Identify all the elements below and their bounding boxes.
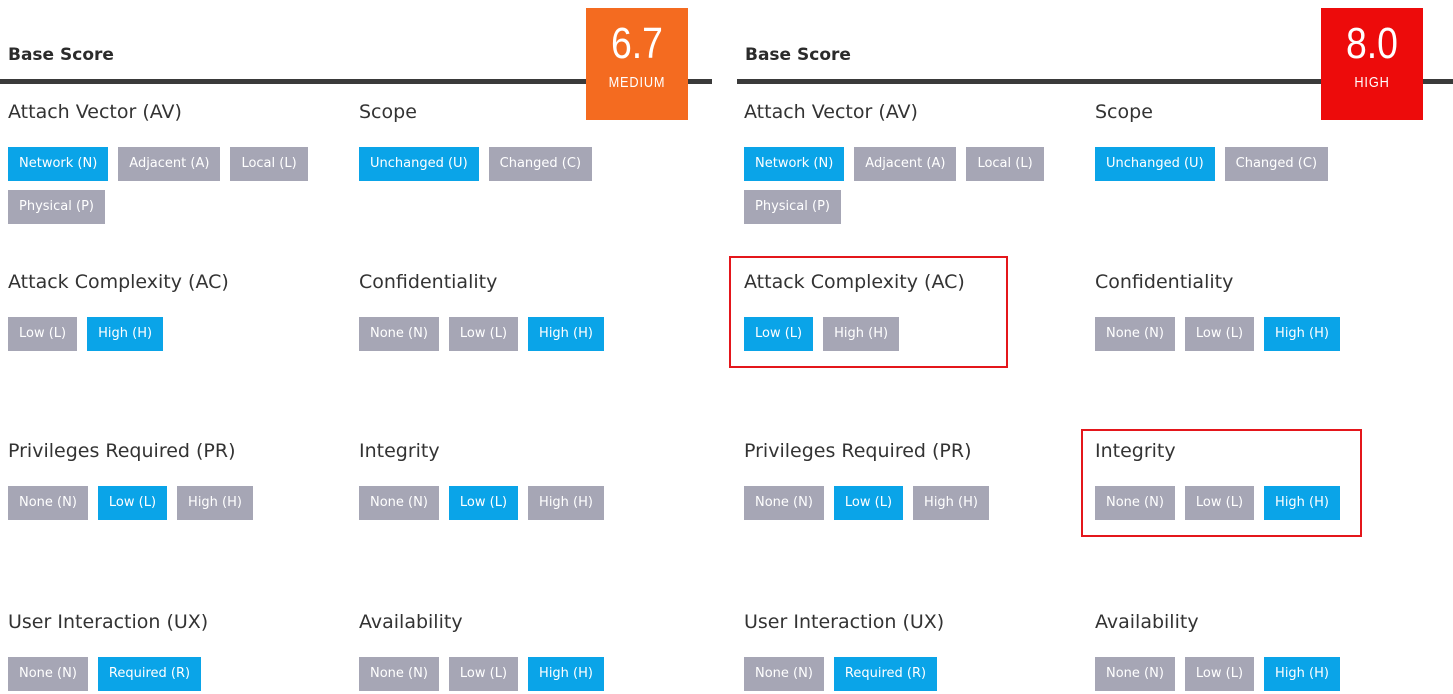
option-group: Network (N) Adjacent (A) Local (L) Physical… [8,147,338,224]
option-button[interactable]: Physical (P) [8,190,105,224]
option-button[interactable]: Required (R) [833,657,938,691]
metric-attack-complexity: Attack Complexity (AC) Low (L) High (H) [8,270,229,351]
option-button[interactable]: Network (N) [744,147,845,181]
option-button[interactable]: Low (L) [1184,317,1255,351]
option-button[interactable]: High (H) [528,486,604,520]
option-group: None (N) Low (L) High (H) [359,486,604,520]
option-button[interactable]: None (N) [359,657,439,691]
metric-privileges-required: Privileges Required (PR) None (N) Low (L)… [744,439,989,520]
metric-label: Confidentiality [359,271,498,293]
metric-label: Availability [1095,611,1199,633]
metric-attack-vector: Attach Vector (AV) Network (N) Adjacent (… [744,100,1074,224]
metric-user-interaction: User Interaction (UX) None (N) Required (… [744,610,944,691]
option-button[interactable]: High (H) [913,486,989,520]
option-button[interactable]: Unchanged (U) [359,147,479,181]
option-group: Unchanged (U) Changed (C) [1095,147,1329,181]
change-highlight-integrity [1081,429,1362,537]
metric-confidentiality: Confidentiality None (N) Low (L) High (H) [1095,270,1340,351]
metric-label: Scope [359,101,417,123]
score-value: 8.0 [1345,19,1398,68]
metric-label: Attach Vector (AV) [8,101,182,123]
option-group: None (N) Required (R) [8,657,208,691]
metric-availability: Availability None (N) Low (L) High (H) [359,610,604,691]
option-button[interactable]: None (N) [359,486,439,520]
score-badge: 6.7 MEDIUM [586,8,688,120]
metric-label: Confidentiality [1095,271,1234,293]
metric-label: Integrity [359,440,440,462]
metric-integrity: Integrity None (N) Low (L) High (H) [359,439,604,520]
option-button[interactable]: Unchanged (U) [1095,147,1215,181]
panel-title: Base Score [745,45,851,65]
option-button[interactable]: High (H) [87,317,164,351]
option-group: Network (N) Adjacent (A) Local (L) Physical… [744,147,1074,224]
metric-privileges-required: Privileges Required (PR) None (N) Low (L)… [8,439,253,520]
option-group: Unchanged (U) Changed (C) [359,147,593,181]
option-button[interactable]: None (N) [8,657,88,691]
option-button[interactable]: Local (L) [230,147,308,181]
option-button[interactable]: Local (L) [966,147,1044,181]
option-button[interactable]: Adjacent (A) [118,147,221,181]
option-group: Low (L) High (H) [8,317,229,351]
metric-confidentiality: Confidentiality None (N) Low (L) High (H) [359,270,604,351]
option-button[interactable]: Physical (P) [744,190,841,224]
metric-label: Privileges Required (PR) [744,440,972,462]
option-button[interactable]: High (H) [177,486,253,520]
metric-availability: Availability None (N) Low (L) High (H) [1095,610,1340,691]
option-group: None (N) Low (L) High (H) [1095,657,1340,691]
option-group: None (N) Low (L) High (H) [744,486,989,520]
score-badge: 8.0 HIGH [1321,8,1423,120]
option-button[interactable]: Network (N) [8,147,109,181]
option-group: None (N) Low (L) High (H) [8,486,253,520]
metric-label: Privileges Required (PR) [8,440,236,462]
option-button[interactable]: Low (L) [833,486,904,520]
option-group: None (N) Low (L) High (H) [1095,317,1340,351]
option-button[interactable]: Changed (C) [1224,147,1329,181]
metric-label: Scope [1095,101,1153,123]
option-button[interactable]: High (H) [1264,657,1340,691]
option-group: None (N) Required (R) [744,657,944,691]
option-button[interactable]: None (N) [1095,657,1175,691]
option-button[interactable]: Low (L) [1184,657,1255,691]
option-button[interactable]: High (H) [1264,317,1340,351]
option-button[interactable]: Required (R) [97,657,202,691]
metric-label: User Interaction (UX) [744,611,945,633]
option-group: None (N) Low (L) High (H) [359,317,604,351]
option-group: None (N) Low (L) High (H) [359,657,604,691]
cvss-panel-before: Base Score 6.7 MEDIUM Attach Vector (AV)… [0,0,712,694]
panel-title: Base Score [8,45,114,65]
metric-label: User Interaction (UX) [8,611,209,633]
metric-label: Availability [359,611,463,633]
option-button[interactable]: High (H) [528,657,604,691]
option-button[interactable]: None (N) [744,486,824,520]
option-button[interactable]: Low (L) [448,317,519,351]
metric-scope: Scope Unchanged (U) Changed (C) [1095,100,1329,181]
metric-label: Attack Complexity (AC) [8,271,229,293]
metric-user-interaction: User Interaction (UX) None (N) Required (… [8,610,208,691]
option-button[interactable]: None (N) [8,486,88,520]
option-button[interactable]: None (N) [744,657,824,691]
change-highlight-attack-complexity [729,256,1008,368]
severity-label: MEDIUM [608,74,666,91]
option-button[interactable]: Changed (C) [488,147,593,181]
score-value: 6.7 [610,19,663,68]
option-button[interactable]: None (N) [359,317,439,351]
severity-label: HIGH [1354,74,1390,91]
option-button[interactable]: High (H) [528,317,604,351]
cvss-panel-after: Base Score 8.0 HIGH Attach Vector (AV) N… [729,0,1453,694]
metric-scope: Scope Unchanged (U) Changed (C) [359,100,593,181]
option-button[interactable]: Low (L) [8,317,78,351]
option-button[interactable]: Adjacent (A) [854,147,957,181]
option-button[interactable]: Low (L) [97,486,168,520]
metric-label: Attach Vector (AV) [744,101,918,123]
option-button[interactable]: Low (L) [448,486,519,520]
option-button[interactable]: None (N) [1095,317,1175,351]
option-button[interactable]: Low (L) [448,657,519,691]
metric-attack-vector: Attach Vector (AV) Network (N) Adjacent (… [8,100,338,224]
